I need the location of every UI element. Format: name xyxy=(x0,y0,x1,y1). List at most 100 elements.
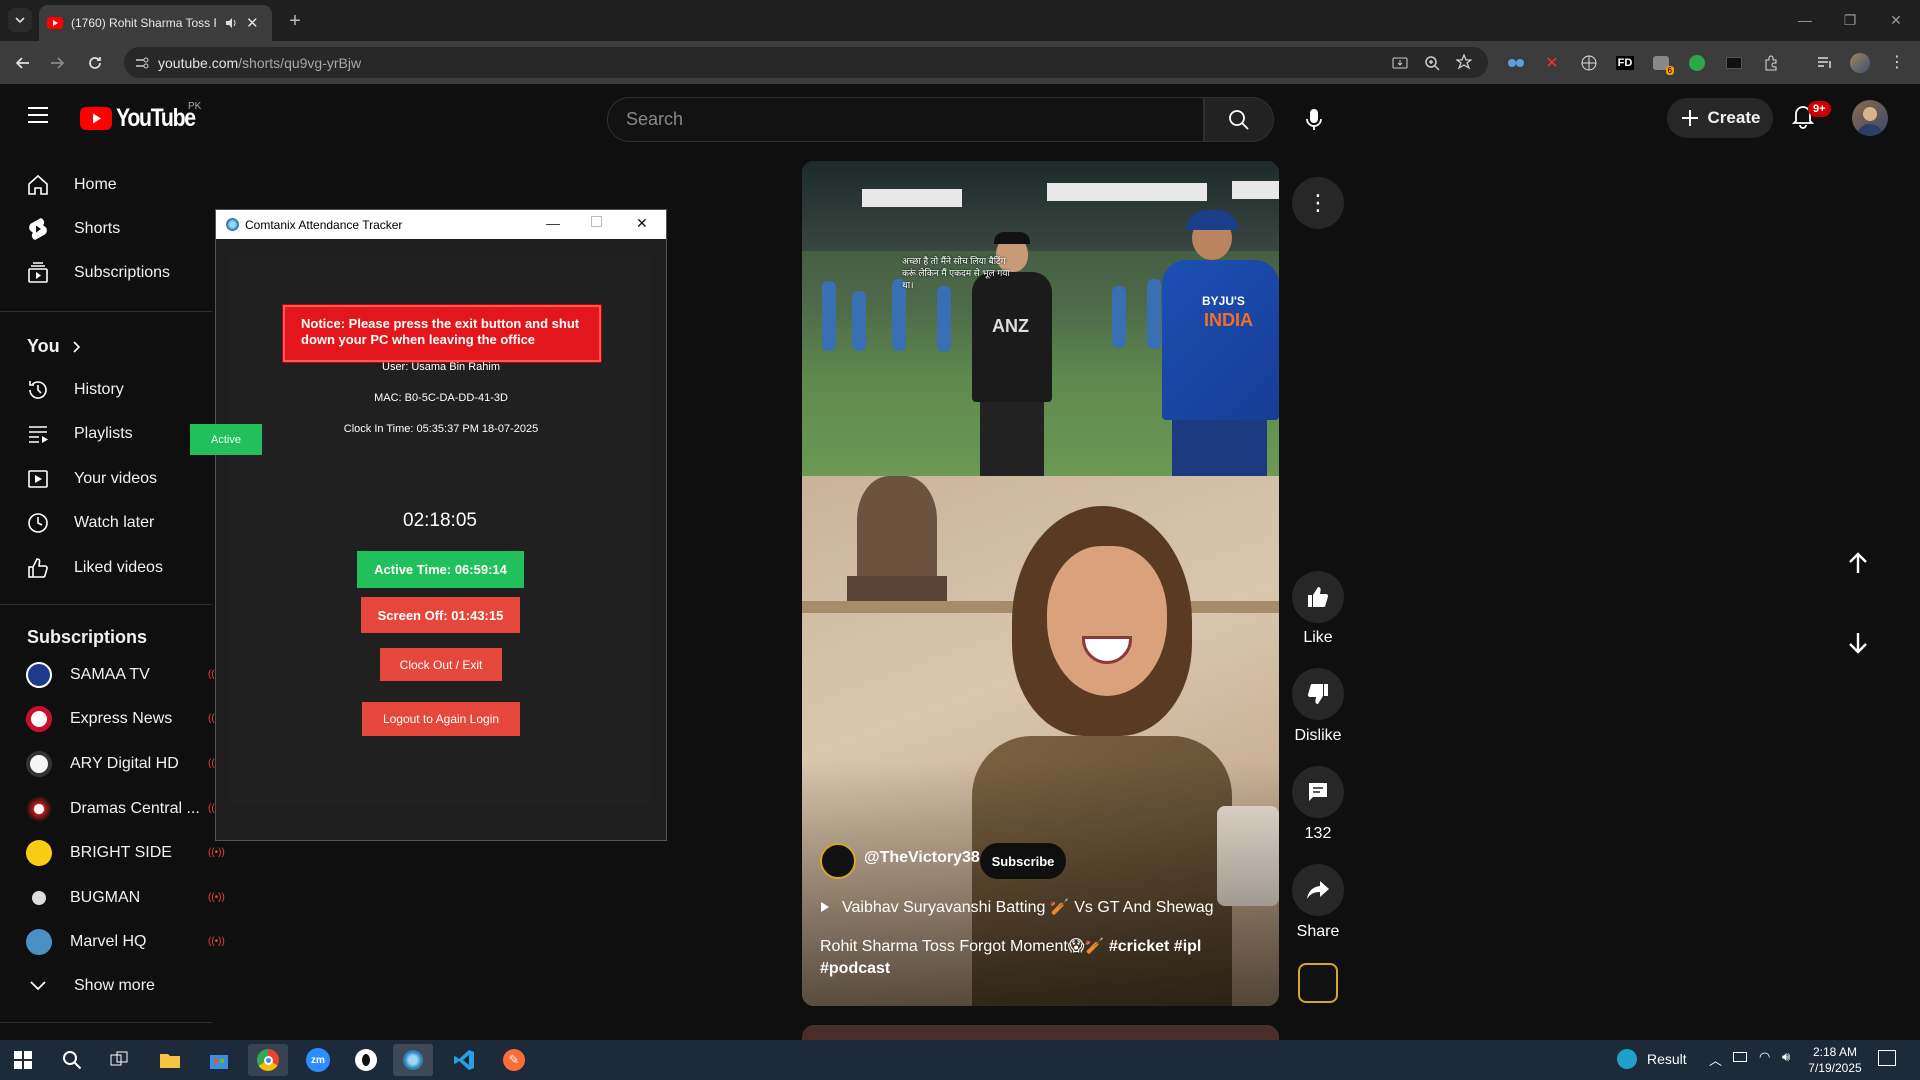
share-button[interactable] xyxy=(1292,864,1344,916)
vscode-icon[interactable] xyxy=(444,1044,484,1076)
comments-button[interactable] xyxy=(1292,766,1344,818)
browser-menu-icon[interactable]: ⋮ xyxy=(1886,52,1908,74)
sidebar-item-subscriptions[interactable]: Subscriptions xyxy=(12,251,212,295)
dislike-label: Dislike xyxy=(1294,727,1342,744)
channel-avatar xyxy=(26,662,52,688)
like-button[interactable] xyxy=(1292,571,1344,623)
shorts-icon xyxy=(26,217,50,241)
extension-green-icon[interactable] xyxy=(1686,52,1708,74)
extension-glasses-icon[interactable] xyxy=(1505,52,1527,74)
subscribe-button[interactable]: Subscribe xyxy=(980,843,1066,879)
sidebar-item-label: Shorts xyxy=(74,220,121,237)
sidebar-item-liked-videos[interactable]: Liked videos xyxy=(12,546,212,590)
postman-icon[interactable]: ✎ xyxy=(494,1044,534,1076)
subscription-ary-digital[interactable]: ARY Digital HD xyxy=(12,742,232,786)
share-label: Share xyxy=(1296,923,1340,940)
next-short-button[interactable] xyxy=(1845,630,1871,656)
clock-out-button[interactable]: Clock Out / Exit xyxy=(380,648,502,681)
reload-icon[interactable] xyxy=(83,51,107,75)
logout-button[interactable]: Logout to Again Login xyxy=(362,702,520,736)
search-field[interactable] xyxy=(607,97,1204,142)
task-view-icon[interactable] xyxy=(99,1044,139,1076)
tab-close-icon[interactable]: ✕ xyxy=(246,14,259,32)
windows-start-icon[interactable] xyxy=(3,1044,43,1076)
shorts-video-player[interactable]: ANZ BYJU'S INDIA अच्छा है तो मैंने सोच ल… xyxy=(802,161,1279,1006)
attendance-tracker-taskbar-icon[interactable] xyxy=(393,1044,433,1076)
bookmark-star-icon[interactable] xyxy=(1456,54,1472,70)
account-avatar[interactable] xyxy=(1852,100,1888,136)
previous-short-button[interactable] xyxy=(1845,550,1871,576)
tab-search-button[interactable] xyxy=(8,8,32,32)
media-controls-icon[interactable] xyxy=(1814,52,1836,74)
subscription-bright-side[interactable]: BRIGHT SIDE xyxy=(12,831,232,875)
window-close-icon[interactable]: ✕ xyxy=(1884,8,1908,32)
file-explorer-icon[interactable] xyxy=(150,1044,190,1076)
attendance-title-bar[interactable]: Comtanix Attendance Tracker — ✕ xyxy=(216,210,666,239)
extension-globe-icon[interactable] xyxy=(1578,52,1600,74)
close-icon[interactable]: ✕ xyxy=(636,215,648,232)
chrome-icon[interactable] xyxy=(248,1044,288,1076)
channel-avatar[interactable] xyxy=(820,843,856,879)
subscriptions-title: Subscriptions xyxy=(27,627,148,647)
subscription-dramas-central[interactable]: Dramas Central ... xyxy=(12,787,232,831)
install-app-icon[interactable] xyxy=(1392,55,1408,71)
hindi-caption: अच्छा है तो मैंने सोच लिया बैटिंग करूं ल… xyxy=(902,256,1010,290)
extension-dark-icon[interactable] xyxy=(1723,52,1745,74)
hashtag-link[interactable]: #podcast xyxy=(820,960,890,977)
subscription-samaa-tv[interactable]: SAMAA TV xyxy=(12,653,232,697)
hamburger-menu-icon[interactable] xyxy=(26,106,50,124)
notification-center-icon[interactable] xyxy=(1878,1050,1896,1066)
create-button[interactable]: Create xyxy=(1667,98,1773,138)
search-button[interactable] xyxy=(1204,97,1274,142)
address-bar[interactable]: youtube.com/shorts/qu9vg-yrBjw xyxy=(124,47,1488,78)
subscription-bugman[interactable]: BUGMAN xyxy=(12,876,232,920)
channel-name[interactable]: @TheVictory38 xyxy=(864,849,980,867)
subscription-express-news[interactable]: Express News xyxy=(12,697,232,741)
sidebar-item-shorts[interactable]: Shorts xyxy=(12,207,212,251)
show-hidden-icons-icon[interactable]: ︿ xyxy=(1709,1050,1722,1069)
profile-icon[interactable] xyxy=(1849,52,1871,74)
wifi-icon[interactable]: ◠ xyxy=(1759,1049,1770,1065)
back-icon[interactable] xyxy=(11,51,35,75)
sidebar-item-playlists[interactable]: Playlists xyxy=(12,412,212,456)
dislike-button[interactable] xyxy=(1292,668,1344,720)
forward-icon[interactable] xyxy=(45,51,69,75)
search-icon xyxy=(1229,109,1249,130)
voice-search-button[interactable] xyxy=(1291,97,1336,142)
restore-icon[interactable]: ❐ xyxy=(1838,8,1862,32)
zoom-icon[interactable] xyxy=(1424,55,1440,71)
related-video-link[interactable]: Vaibhav Suryavanshi Batting 🏏 Vs GT And … xyxy=(820,897,1214,917)
sidebar-you-section[interactable]: You xyxy=(27,336,82,357)
extensions-puzzle-icon[interactable] xyxy=(1760,52,1782,74)
battery-icon[interactable] xyxy=(1733,1052,1747,1062)
sidebar-item-your-videos[interactable]: Your videos xyxy=(12,457,212,501)
search-input[interactable] xyxy=(626,109,1166,130)
maximize-icon[interactable] xyxy=(591,216,602,227)
show-more-button[interactable]: Show more xyxy=(12,964,212,1008)
speaker-icon[interactable] xyxy=(224,16,238,30)
zoom-app-icon[interactable]: zm xyxy=(298,1044,338,1076)
weather-widget[interactable]: Result xyxy=(1617,1049,1687,1069)
more-options-button[interactable]: ⋮ xyxy=(1292,177,1344,229)
subscription-marvel-hq[interactable]: Marvel HQ xyxy=(12,920,232,964)
browser-tab-active[interactable]: (1760) Rohit Sharma Toss Fo ✕ xyxy=(39,5,272,41)
hashtag-links[interactable]: #cricket #ipl xyxy=(1109,938,1202,955)
sidebar-item-watch-later[interactable]: Watch later xyxy=(12,501,212,545)
volume-icon[interactable]: 🔊︎ xyxy=(1782,1049,1790,1065)
jersey-left-text: ANZ xyxy=(992,316,1029,336)
audio-track-thumbnail[interactable] xyxy=(1298,963,1338,1003)
minimize-icon[interactable]: — xyxy=(1793,8,1817,32)
site-info-icon[interactable] xyxy=(134,55,150,71)
sidebar-item-history[interactable]: History xyxy=(12,368,212,412)
sidebar-item-home[interactable]: Home xyxy=(12,163,212,207)
microsoft-store-icon[interactable] xyxy=(199,1044,239,1076)
create-label: Create xyxy=(1707,108,1761,127)
new-tab-button[interactable]: + xyxy=(284,10,306,32)
taskbar-clock[interactable]: 2:18 AM 7/19/2025 xyxy=(1800,1044,1870,1076)
extension-badge-icon[interactable]: 6 xyxy=(1650,52,1674,75)
extension-fd-icon[interactable]: FD xyxy=(1614,52,1636,74)
app-drop-icon[interactable] xyxy=(346,1044,386,1076)
extension-x-icon[interactable]: ✕ xyxy=(1541,52,1563,74)
minimize-icon[interactable]: — xyxy=(546,215,560,231)
taskbar-search-icon[interactable] xyxy=(52,1044,92,1076)
